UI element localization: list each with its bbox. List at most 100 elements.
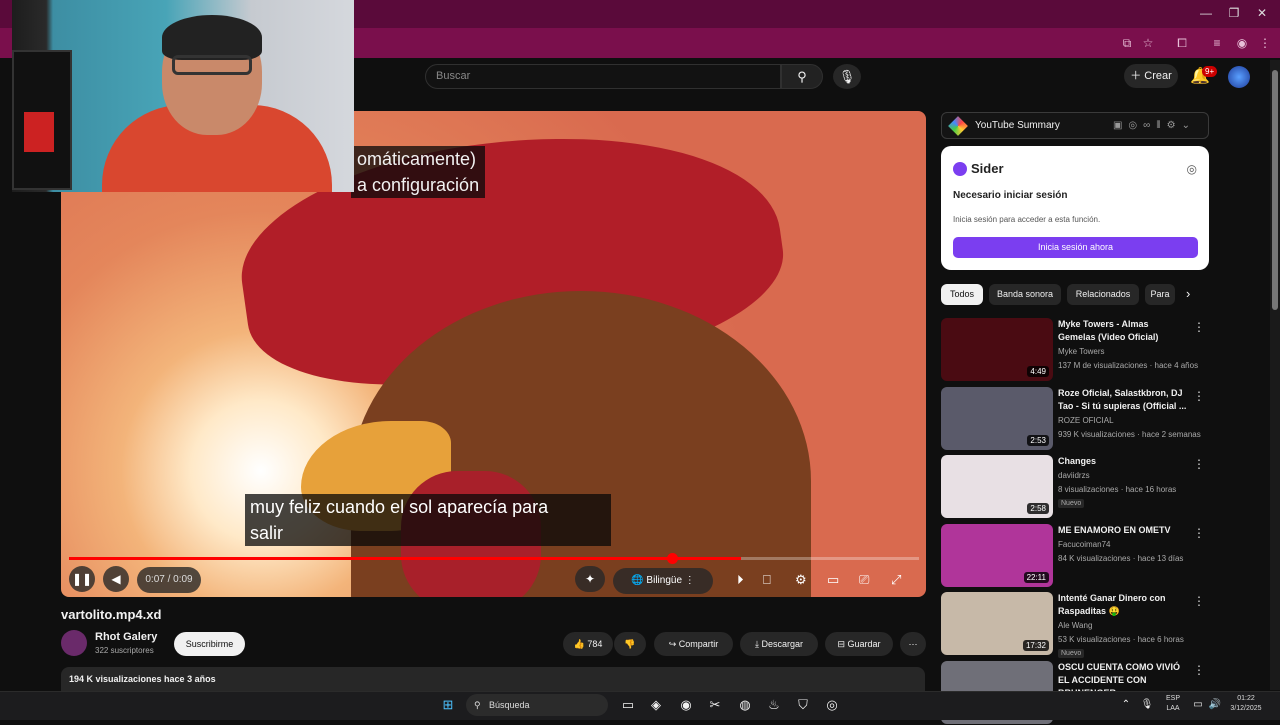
bilingual-toggle[interactable]: 🌐 Bilingüe ⋮	[613, 568, 713, 594]
video-thumbnail[interactable]: 2:53	[941, 386, 1053, 450]
video-thumbnail[interactable]: 4:49	[941, 318, 1053, 381]
copilot-icon[interactable]: ◈	[646, 695, 666, 715]
share-button[interactable]: ↪ Compartir	[654, 632, 733, 656]
windows-taskbar	[0, 691, 1280, 720]
notification-badge: 9+	[1202, 66, 1218, 77]
chip-all[interactable]: Todos	[941, 284, 983, 305]
close-icon[interactable]: ✕	[1252, 6, 1272, 20]
clock[interactable]: 01:22 3/12/2025	[1226, 694, 1266, 714]
recommendation-item[interactable]: 2:58 Changes daviidrzs 8 visualizaciones · …	[941, 455, 1211, 519]
extensions-icon[interactable]: ⧠	[1173, 34, 1191, 52]
chip-related[interactable]: Relacionados	[1067, 284, 1139, 305]
channel-name[interactable]: Rhot Galery	[95, 631, 157, 643]
sider-settings-icon[interactable]: ◎	[1187, 162, 1197, 176]
summary-tool-icons[interactable]: ▣◎∞⦀⚙⌄	[1113, 113, 1196, 139]
video-thumbnail[interactable]: 22:11	[941, 523, 1053, 587]
account-avatar[interactable]	[1228, 66, 1250, 88]
clock-date: 3/12/2025	[1230, 705, 1262, 712]
microphone-icon: 🎙	[838, 69, 856, 84]
recommendation-title[interactable]: Roze Oficial, Salastkbron, DJ Tao - Si t…	[1058, 387, 1188, 413]
restore-icon[interactable]: ❐	[1224, 6, 1244, 20]
more-options-icon[interactable]: ⋮	[1193, 320, 1205, 334]
minimize-icon[interactable]: —	[1196, 6, 1216, 20]
discord-icon[interactable]: ◉	[676, 695, 696, 715]
save-button[interactable]: ⊟ Guardar	[825, 632, 893, 656]
time-display: 0:07 / 0:09	[137, 567, 201, 593]
subtitles-icon[interactable]: ⎕	[763, 572, 771, 588]
windows-start-icon[interactable]: ⊞	[438, 695, 458, 715]
taskbar-search[interactable]: ⚲ Búsqueda	[466, 694, 608, 716]
caption-top-line-2: a configuración	[351, 172, 486, 198]
bookmark-star-icon[interactable]: ☆	[1139, 34, 1157, 52]
recommendation-channel[interactable]: Myke Towers	[1058, 347, 1105, 356]
caption-bottom-line-1: muy feliz cuando el sol aparecía para	[250, 497, 549, 517]
recommendation-channel[interactable]: Facucoiman74	[1058, 540, 1110, 549]
subscribe-button[interactable]: Suscribirme	[174, 632, 245, 656]
recommendation-title[interactable]: Intenté Ganar Dinero con Raspaditas 🤑	[1058, 592, 1188, 618]
steam-icon[interactable]: ♨	[764, 695, 784, 715]
more-options-icon[interactable]: ⋮	[1193, 663, 1205, 677]
more-options-icon[interactable]: ⋮	[1193, 389, 1205, 403]
dislike-button[interactable]: 👎	[614, 632, 646, 656]
fullscreen-icon[interactable]: ⤢	[891, 572, 901, 588]
sider-title: Sider	[971, 161, 1004, 176]
video-title: vartolito.mp4.xd	[61, 607, 162, 622]
settings-gear-icon[interactable]: ⚙	[795, 572, 807, 588]
shield-icon[interactable]: ⛉	[793, 695, 813, 715]
miniplayer-icon[interactable]: ▭	[827, 572, 839, 588]
volume-button[interactable]: ◀	[103, 566, 129, 592]
page-scrollbar[interactable]	[1270, 60, 1280, 690]
create-label: Crear	[1144, 70, 1172, 82]
more-options-icon[interactable]: ⋮	[1193, 594, 1205, 608]
progress-scrubber[interactable]	[667, 553, 678, 564]
recommendation-channel[interactable]: ROZE OFICIAL	[1058, 416, 1114, 425]
search-button[interactable]: ⚲	[781, 64, 823, 89]
chevron-right-icon[interactable]: ›	[1186, 286, 1190, 301]
recommendation-channel[interactable]: daviidrzs	[1058, 471, 1090, 480]
cast-icon[interactable]: ⎚	[859, 572, 869, 588]
install-app-icon[interactable]: ⧉	[1118, 34, 1136, 52]
video-thumbnail[interactable]: 17:32	[941, 592, 1053, 655]
download-button[interactable]: ⤓ Descargar	[740, 632, 818, 656]
recommendation-item[interactable]: 22:11 ME ENAMORO EN OMETV Facucoiman74 84 K…	[941, 523, 1211, 588]
tray-chevron-icon[interactable]: ⌃	[1116, 695, 1136, 715]
pause-button[interactable]: ❚❚	[69, 566, 95, 592]
recommendation-item[interactable]: 4:49 Myke Towers - Almas Gemelas (Video O…	[941, 318, 1211, 382]
browser-menu-icon[interactable]: ⋮	[1256, 34, 1274, 52]
chip-for-you[interactable]: Para	[1145, 284, 1175, 305]
chrome-icon[interactable]: ◍	[735, 695, 755, 715]
progress-bar[interactable]	[69, 557, 919, 560]
speaker-icon[interactable]: 🔊	[1205, 695, 1225, 715]
chip-soundtrack[interactable]: Banda sonora	[989, 284, 1061, 305]
more-options-icon[interactable]: ⋮	[1193, 457, 1205, 471]
channel-avatar[interactable]	[61, 630, 87, 656]
more-actions-button[interactable]: ⋯	[900, 632, 926, 656]
sider-login-button[interactable]: Inicia sesión ahora	[953, 237, 1198, 258]
media-queue-icon[interactable]: ≡	[1208, 34, 1226, 52]
capcut-icon[interactable]: ✂	[705, 695, 725, 715]
create-button[interactable]: ＋ Crear	[1124, 64, 1178, 88]
language-indicator[interactable]: ESP LAA	[1160, 694, 1186, 714]
recommendation-title[interactable]: ME ENAMORO EN OMETV	[1058, 524, 1188, 537]
autoplay-toggle-icon[interactable]: ⏵	[737, 572, 744, 588]
ai-sparkle-button[interactable]: ✦	[575, 566, 605, 592]
more-options-icon[interactable]: ⋮	[1193, 526, 1205, 540]
recommendation-item[interactable]: 17:32 Intenté Ganar Dinero con Raspaditas…	[941, 592, 1211, 658]
recommendation-title[interactable]: Myke Towers - Almas Gemelas (Video Ofici…	[1058, 318, 1188, 344]
recommendation-channel[interactable]: Ale Wang	[1058, 621, 1092, 630]
search-input[interactable]: Buscar	[425, 64, 781, 89]
description-box[interactable]: 194 K visualizaciones hace 3 años	[61, 667, 925, 691]
tray-mic-icon[interactable]: 🎙	[1137, 695, 1157, 715]
recommendation-title[interactable]: Changes	[1058, 455, 1188, 468]
taskbar-search-label: Búsqueda	[489, 700, 530, 710]
clock-time: 01:22	[1237, 695, 1255, 702]
recommendation-item[interactable]: 2:53 Roze Oficial, Salastkbron, DJ Tao - …	[941, 386, 1211, 451]
voice-search-button[interactable]: 🎙	[833, 64, 861, 89]
task-view-icon[interactable]: ▭	[618, 695, 638, 715]
profile-icon[interactable]: ◉	[1233, 34, 1251, 52]
obs-icon[interactable]: ◎	[822, 695, 842, 715]
video-thumbnail[interactable]: 2:58	[941, 455, 1053, 518]
person-glasses	[172, 55, 252, 75]
youtube-summary-bar[interactable]: YouTube Summary ▣◎∞⦀⚙⌄	[941, 112, 1209, 139]
like-button[interactable]: 👍 784	[563, 632, 613, 656]
